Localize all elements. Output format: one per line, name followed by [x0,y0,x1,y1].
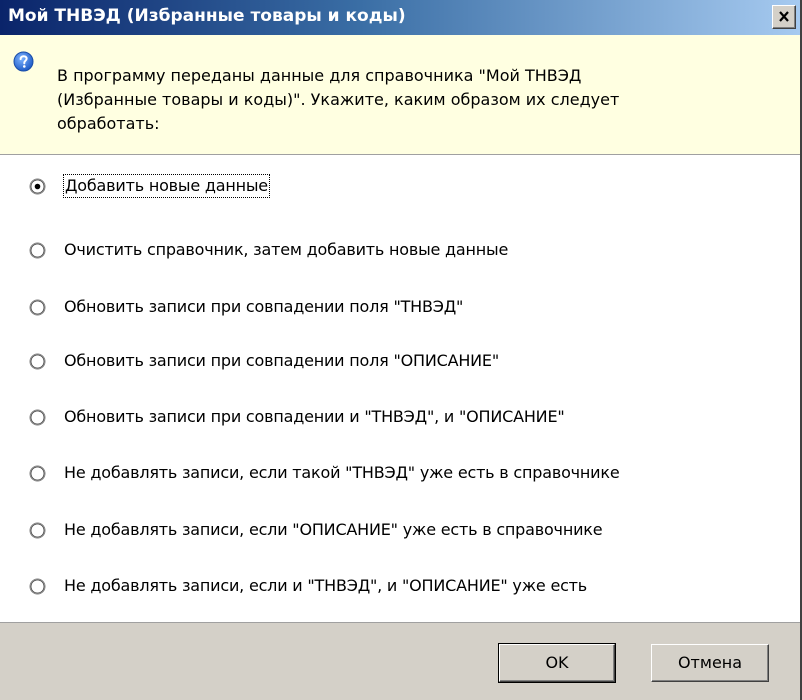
message-text: В программу переданы данные для справочн… [57,64,787,136]
message-line: обработать: [57,114,160,133]
radio-selected-icon[interactable] [29,178,46,195]
message-line: (Избранные товары и коды)". Укажите, как… [57,90,620,109]
option-skip-if-description-exists[interactable]: Не добавлять записи, если "ОПИСАНИЕ" уже… [22,518,792,544]
question-icon [13,51,34,72]
option-label: Обновить записи при совпадении поля "ОПИ… [64,351,499,370]
cancel-button[interactable]: Отмена [651,644,769,682]
message-line: В программу переданы данные для справочн… [57,66,582,85]
window-title: Мой ТНВЭД (Избранные товары и коды) [8,6,406,26]
option-skip-if-tnved-exists[interactable]: Не добавлять записи, если такой "ТНВЭД" … [22,461,792,487]
radio-icon[interactable] [29,409,46,426]
radio-icon[interactable] [29,465,46,482]
radio-icon[interactable] [29,522,46,539]
radio-icon[interactable] [29,242,46,259]
dialog-window: Мой ТНВЭД (Избранные товары и коды) В пр… [0,0,802,700]
close-icon [779,11,789,22]
message-panel: В программу переданы данные для справочн… [0,35,800,155]
option-update-by-tnved[interactable]: Обновить записи при совпадении поля "ТНВ… [22,295,792,321]
option-add-new-data[interactable]: Добавить новые данные [22,174,792,200]
title-bar[interactable]: Мой ТНВЭД (Избранные товары и коды) [0,0,800,35]
button-bar: OK Отмена [0,622,800,700]
radio-icon[interactable] [29,353,46,370]
option-label: Не добавлять записи, если и "ТНВЭД", и "… [64,576,588,595]
option-label: Обновить записи при совпадении и "ТНВЭД"… [64,407,565,426]
radio-icon[interactable] [29,578,46,595]
option-label: Не добавлять записи, если такой "ТНВЭД" … [64,463,620,482]
option-label: Очистить справочник, затем добавить новы… [64,240,509,259]
radio-icon[interactable] [29,299,46,316]
option-label: Обновить записи при совпадении поля "ТНВ… [64,297,464,316]
option-update-by-description[interactable]: Обновить записи при совпадении поля "ОПИ… [22,349,792,375]
option-clear-then-add[interactable]: Очистить справочник, затем добавить новы… [22,238,792,264]
option-skip-if-both-exist[interactable]: Не добавлять записи, если и "ТНВЭД", и "… [22,574,792,600]
option-label: Не добавлять записи, если "ОПИСАНИЕ" уже… [64,520,603,539]
ok-button[interactable]: OK [498,643,616,683]
option-update-by-both[interactable]: Обновить записи при совпадении и "ТНВЭД"… [22,405,792,431]
option-label: Добавить новые данные [63,174,270,198]
close-button[interactable] [772,5,796,29]
